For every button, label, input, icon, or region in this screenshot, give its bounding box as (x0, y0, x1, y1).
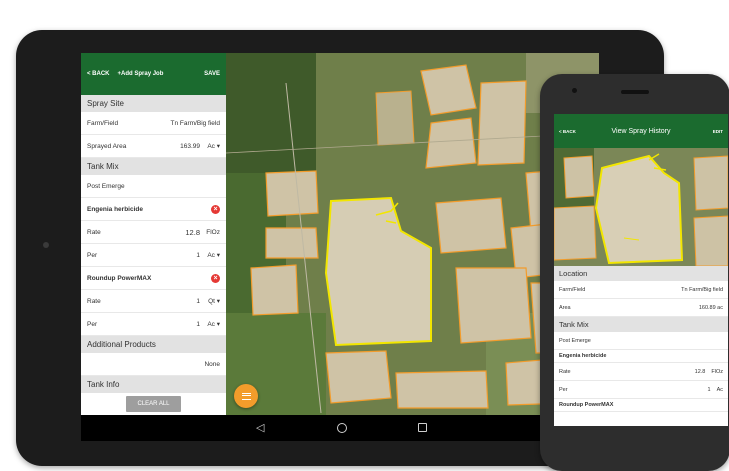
clear-all-bar: CLEAR ALL (81, 393, 226, 415)
per-label: Per (559, 386, 568, 393)
add-spray-job-title: +Add Spray Job (117, 71, 164, 77)
farm-field-value: Tn Farm/Big field (170, 119, 221, 127)
back-button[interactable]: < BACK (559, 129, 589, 134)
view-spray-history-title: View Spray History (611, 127, 671, 135)
rate-value[interactable]: 1 (196, 298, 200, 305)
rate-unit[interactable]: FlOz (206, 229, 220, 236)
back-button[interactable]: < BACK (87, 71, 110, 77)
clear-all-button[interactable]: CLEAR ALL (126, 396, 181, 412)
menu-icon (241, 392, 251, 400)
section-tank-info: Tank Info (81, 376, 226, 393)
phone-app-bar: < BACK View Spray History EDIT (554, 114, 728, 148)
rate-row: Rate 12.8 FlOz (554, 363, 728, 381)
rate-label: Rate (559, 368, 571, 375)
additional-products-value: None (204, 360, 220, 368)
phone-device: < BACK View Spray History EDIT Location … (540, 74, 729, 471)
rate-label: Rate (87, 228, 101, 236)
rate-value[interactable]: 12.8 (185, 228, 200, 237)
area-label: Area (559, 304, 571, 311)
per-unit-select[interactable]: Ac ▾ (206, 320, 220, 328)
device-showcase: < BACK +Add Spray Job SAVE Spray Site Fa… (0, 0, 729, 471)
farm-field-label: Farm/Field (559, 286, 586, 293)
section-tank-mix: Tank Mix (554, 317, 728, 332)
per-unit-select[interactable]: Ac ▾ (206, 251, 220, 259)
home-circle-icon[interactable] (337, 423, 347, 433)
sprayed-area-label: Sprayed Area (87, 142, 127, 150)
phone-field-map-svg (554, 148, 728, 266)
sprayed-area-unit-select[interactable]: Ac ▾ (206, 142, 220, 150)
edit-button[interactable]: EDIT (693, 129, 723, 134)
timing-value: Post Emerge (559, 337, 591, 344)
menu-fab[interactable] (234, 384, 258, 408)
tablet-screen: < BACK +Add Spray Job SAVE Spray Site Fa… (81, 53, 599, 441)
tablet-app-bar: < BACK +Add Spray Job SAVE (81, 53, 226, 95)
timing-row: Post Emerge (554, 332, 728, 350)
tablet-camera (43, 242, 49, 248)
product-row-engenia: Engenia herbicide × (81, 198, 226, 221)
sprayed-area-value[interactable]: 163.99 (180, 143, 200, 150)
per-row: Per 1 Ac (554, 381, 728, 399)
per-value[interactable]: 1 (196, 252, 200, 259)
timing-value: Post Emerge (87, 182, 125, 190)
rate-row: Rate 1 Qt ▾ (81, 290, 226, 313)
section-location: Location (554, 266, 728, 281)
phone-camera (572, 88, 577, 93)
timing-row[interactable]: Post Emerge (81, 175, 226, 198)
rate-unit-select[interactable]: Qt ▾ (206, 297, 220, 305)
farm-field-row[interactable]: Farm/Field Tn Farm/Big field (81, 112, 226, 135)
area-value: 160.89 ac (698, 304, 723, 311)
product-name: Engenia herbicide (87, 205, 143, 213)
per-label: Per (87, 320, 98, 328)
section-spray-site: Spray Site (81, 95, 226, 112)
farm-field-label: Farm/Field (87, 119, 119, 127)
per-row: Per 1 Ac ▾ (81, 313, 226, 336)
farm-field-row: Farm/Field Tn Farm/Big field (554, 281, 728, 299)
product-name: Roundup PowerMAX (87, 274, 152, 282)
rate-row: Rate 12.8 FlOz (81, 221, 226, 244)
farm-field-value: Tn Farm/Big field (681, 286, 723, 293)
phone-speaker (621, 90, 649, 94)
per-row: Per 1 Ac ▾ (81, 244, 226, 267)
product-row-roundup: Roundup PowerMAX (554, 399, 728, 412)
product-row-roundup: Roundup PowerMAX × (81, 267, 226, 290)
rate-label: Rate (87, 297, 101, 305)
spray-job-panel: < BACK +Add Spray Job SAVE Spray Site Fa… (81, 53, 226, 415)
save-button[interactable]: SAVE (204, 71, 220, 77)
per-value: 1 (707, 386, 711, 393)
phone-map[interactable] (554, 148, 728, 266)
product-name: Engenia herbicide (559, 353, 607, 359)
additional-products-row[interactable]: None (81, 353, 226, 376)
phone-screen: < BACK View Spray History EDIT Location … (554, 114, 728, 426)
remove-product-icon[interactable]: × (211, 273, 220, 283)
per-label: Per (87, 251, 98, 259)
section-tank-mix: Tank Mix (81, 158, 226, 175)
sprayed-area-row: Sprayed Area 163.99 Ac ▾ (81, 135, 226, 158)
recents-square-icon[interactable] (418, 423, 427, 432)
product-name: Roundup PowerMAX (559, 402, 614, 408)
per-value[interactable]: 1 (196, 321, 200, 328)
back-triangle-icon[interactable]: ◁ (256, 421, 264, 434)
section-additional-products: Additional Products (81, 336, 226, 353)
product-row-engenia: Engenia herbicide (554, 350, 728, 363)
per-unit: Ac (716, 386, 723, 393)
remove-product-icon[interactable]: × (211, 204, 220, 214)
area-row: Area 160.89 ac (554, 299, 728, 317)
rate-unit: FlOz (711, 368, 723, 375)
rate-value: 12.8 (694, 368, 706, 375)
